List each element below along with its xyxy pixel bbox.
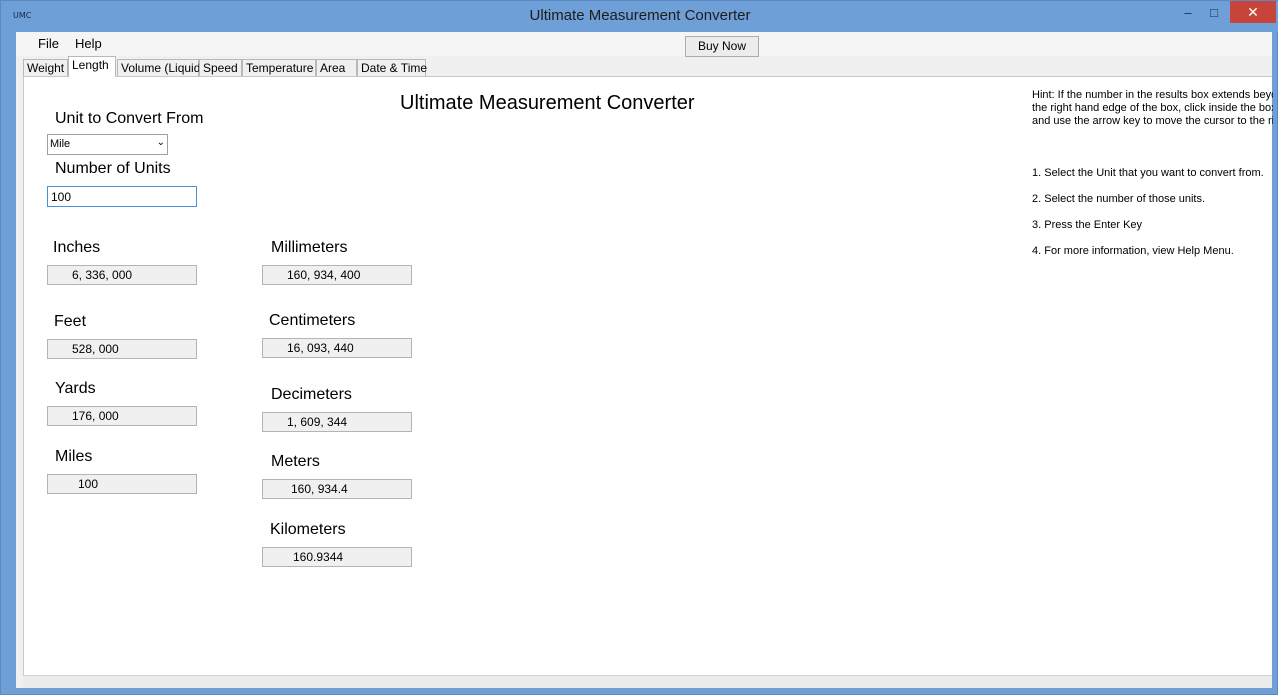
inches-result[interactable]: 6, 336, 000 (47, 265, 197, 285)
kilometers-result[interactable]: 160.9344 (262, 547, 412, 567)
yards-label: Yards (55, 380, 96, 397)
menu-help[interactable]: Help (75, 36, 102, 51)
app-window: UMC Ultimate Measurement Converter – □ ✕… (0, 0, 1278, 695)
instruction-step: 1. Select the Unit that you want to conv… (1032, 167, 1264, 179)
num-units-label: Number of Units (55, 160, 171, 177)
feet-result[interactable]: 528, 000 (47, 339, 197, 359)
inches-label: Inches (53, 239, 101, 256)
minimize-button[interactable]: – (1175, 1, 1201, 23)
num-units-input[interactable]: 100 (47, 186, 197, 207)
tab-area[interactable]: Area (316, 59, 357, 77)
menu-bar: File Help Buy Now (16, 32, 1272, 57)
menu-file[interactable]: File (38, 36, 59, 51)
tab-length[interactable]: Length (68, 56, 116, 77)
tab-volume-liquid[interactable]: Volume (Liquid) (117, 59, 204, 77)
hint-line: the right hand edge of the box, click in… (1032, 102, 1273, 114)
decimeters-result[interactable]: 1, 609, 344 (262, 412, 412, 432)
tab-speed[interactable]: Speed (199, 59, 242, 77)
title-bar[interactable]: UMC Ultimate Measurement Converter – □ ✕ (1, 1, 1278, 32)
instruction-step: 2. Select the number of those units. (1032, 193, 1206, 205)
status-bar (23, 675, 1272, 688)
hint-line: and use the arrow key to move the cursor… (1032, 115, 1273, 127)
tab-temperature[interactable]: Temperature (242, 59, 316, 77)
unit-from-select[interactable]: Mile ⌄ (47, 134, 168, 155)
millimeters-label: Millimeters (271, 239, 348, 256)
centimeters-label: Centimeters (269, 312, 356, 329)
page-title: Ultimate Measurement Converter (400, 92, 695, 114)
meters-label: Meters (271, 453, 320, 470)
yards-result[interactable]: 176, 000 (47, 406, 197, 426)
tab-date-time[interactable]: Date & Time (357, 59, 427, 77)
miles-result[interactable]: 100 (47, 474, 197, 494)
millimeters-result[interactable]: 160, 934, 400 (262, 265, 412, 285)
instruction-step: 4. For more information, view Help Menu. (1032, 245, 1234, 257)
feet-label: Feet (54, 313, 87, 330)
chevron-down-icon: ⌄ (156, 137, 165, 148)
window-title: Ultimate Measurement Converter (529, 7, 751, 24)
decimeters-label: Decimeters (271, 386, 352, 403)
close-button[interactable]: ✕ (1230, 1, 1276, 23)
hint-line: Hint: If the number in the results box e… (1032, 89, 1273, 101)
unit-from-value: Mile (50, 138, 71, 150)
maximize-icon: □ (1210, 4, 1218, 20)
buy-now-button[interactable]: Buy Now (685, 36, 759, 57)
length-panel: Ultimate Measurement Converter Unit to C… (23, 76, 1273, 675)
unit-from-label: Unit to Convert From (55, 110, 204, 127)
miles-label: Miles (55, 448, 93, 465)
client-area: File Help Buy Now Weight Length Volume (… (16, 32, 1273, 688)
meters-result[interactable]: 160, 934.4 (262, 479, 412, 499)
maximize-button[interactable]: □ (1201, 1, 1227, 23)
hint-text: Hint: If the number in the results box e… (1032, 89, 1273, 128)
centimeters-result[interactable]: 16, 093, 440 (262, 338, 412, 358)
minimize-icon: – (1184, 4, 1192, 20)
instruction-step: 3. Press the Enter Key (1032, 219, 1143, 231)
tab-weight[interactable]: Weight (23, 59, 68, 77)
kilometers-label: Kilometers (270, 521, 346, 538)
close-icon: ✕ (1247, 3, 1259, 20)
